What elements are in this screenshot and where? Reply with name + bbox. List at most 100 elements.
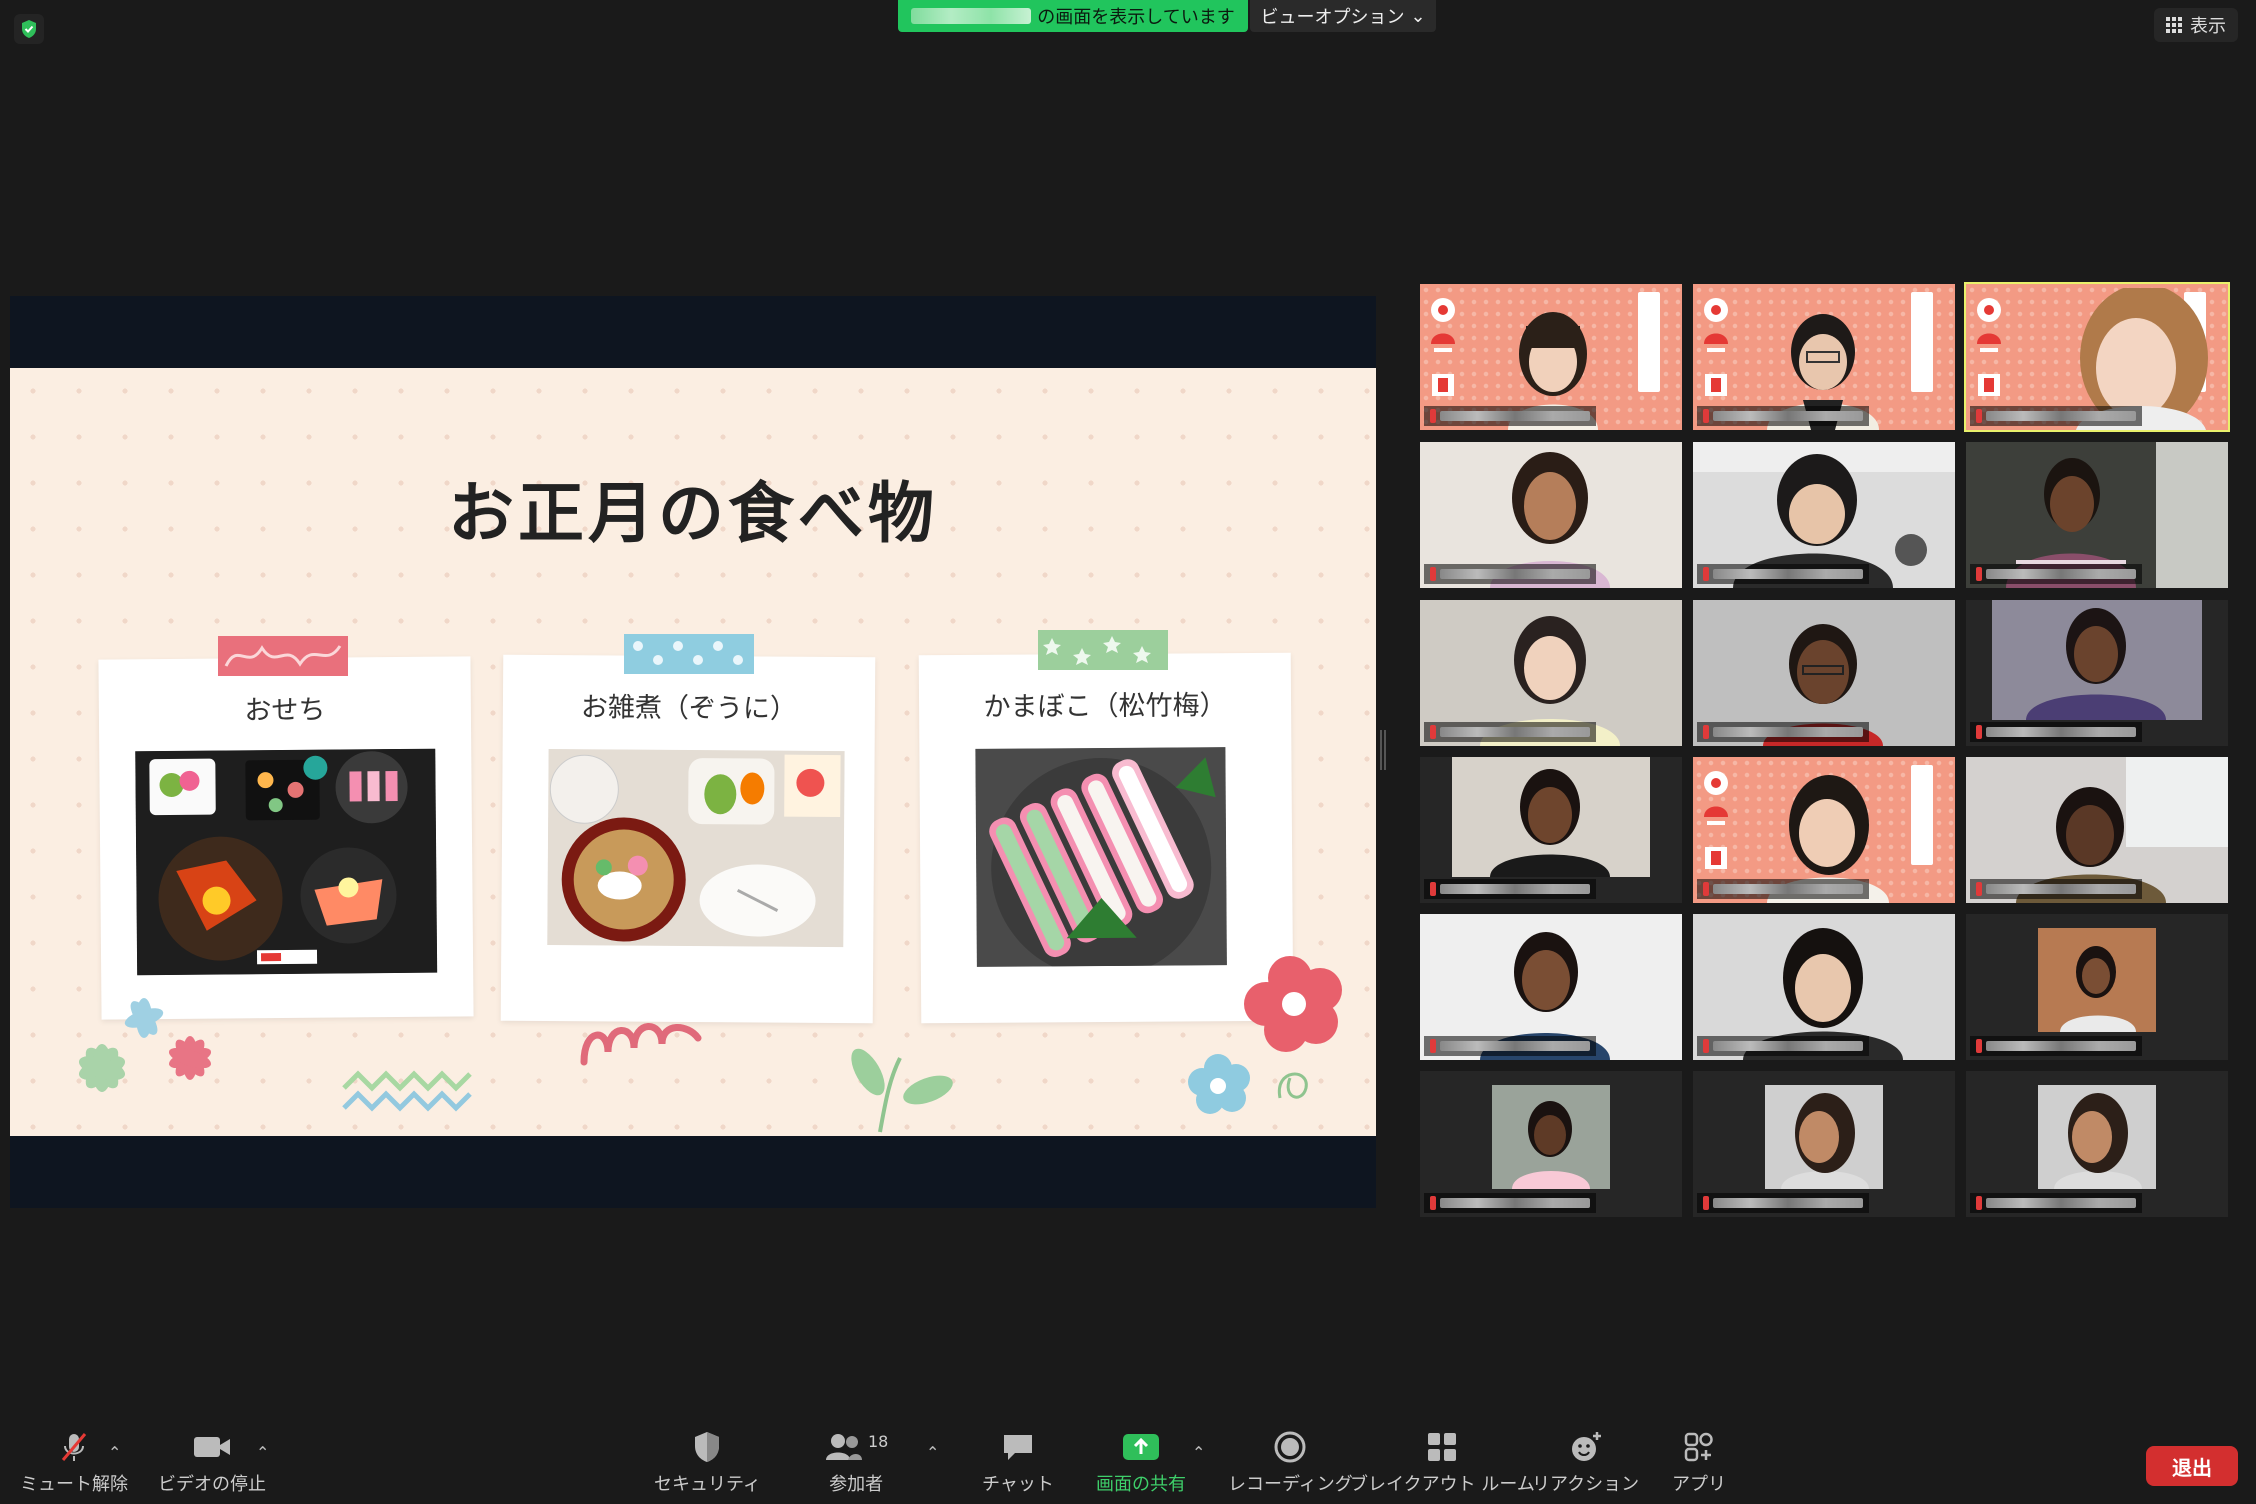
zouni-photo bbox=[547, 749, 845, 948]
apps-button[interactable]: アプリ bbox=[1672, 1428, 1726, 1496]
screen-share-banner: の画面を表示しています bbox=[898, 0, 1248, 32]
security-label: セキュリティ bbox=[654, 1474, 761, 1495]
participant-name-bar bbox=[1697, 564, 1869, 584]
breakout-rooms-label: ブレイクアウト ルーム bbox=[1350, 1474, 1535, 1495]
participants-chevron-up-icon[interactable]: ⌃ bbox=[926, 1443, 939, 1462]
washi-tape-red bbox=[218, 636, 348, 676]
muted-mic-icon bbox=[1430, 725, 1436, 739]
participant-tile[interactable] bbox=[1966, 442, 2228, 588]
participant-name-bar bbox=[1970, 722, 2142, 742]
participant-tile[interactable] bbox=[1693, 442, 1955, 588]
chevron-down-icon: ⌄ bbox=[1410, 5, 1426, 27]
participants-button[interactable]: 18 参加者 bbox=[824, 1428, 888, 1496]
chat-button[interactable]: チャット bbox=[982, 1428, 1054, 1496]
muted-microphone-icon bbox=[61, 1433, 87, 1461]
view-options-button[interactable]: ビューオプション ⌄ bbox=[1250, 0, 1436, 32]
muted-mic-icon bbox=[1430, 882, 1436, 896]
participant-name-bar bbox=[1697, 406, 1869, 426]
participant-name-bar bbox=[1970, 406, 2142, 426]
participant-name-bar bbox=[1424, 1193, 1596, 1213]
participant-name-bar bbox=[1970, 564, 2142, 584]
meeting-toolbar: ミュート解除 ⌃ ビデオの停止 ⌃ セキュリティ 18 参加者 ⌃ チャット 画… bbox=[0, 1422, 2256, 1504]
share-options-chevron-up-icon[interactable]: ⌃ bbox=[1192, 1443, 1205, 1462]
shared-screen: お正月の食べ物 おせち お雑煮（ぞうに） かまぼこ（松竹梅） bbox=[10, 296, 1376, 1208]
participant-name-bar bbox=[1424, 1036, 1596, 1056]
unmute-label: ミュート解除 bbox=[20, 1474, 128, 1495]
unmute-button[interactable]: ミュート解除 bbox=[20, 1428, 128, 1496]
share-screen-button[interactable]: 画面の共有 bbox=[1096, 1428, 1186, 1496]
muted-mic-icon bbox=[1703, 725, 1709, 739]
slide-card-zouni: お雑煮（ぞうに） bbox=[500, 654, 876, 1024]
share-banner-text: の画面を表示しています bbox=[1037, 7, 1235, 28]
squiggle-decoration bbox=[580, 1023, 702, 1066]
muted-mic-icon bbox=[1976, 1039, 1982, 1053]
reaction-smiley-icon bbox=[1571, 1432, 1601, 1461]
leave-meeting-button[interactable]: 退出 bbox=[2146, 1446, 2238, 1486]
breakout-rooms-icon bbox=[1428, 1433, 1457, 1461]
card-label: かまぼこ（松竹梅） bbox=[983, 690, 1227, 723]
reactions-label: リアクション bbox=[1532, 1474, 1640, 1495]
participant-tile[interactable] bbox=[1966, 1071, 2228, 1217]
view-layout-button[interactable]: 表示 bbox=[2154, 8, 2238, 42]
security-shield-icon[interactable] bbox=[14, 14, 44, 44]
participant-name-bar bbox=[1970, 1036, 2142, 1056]
muted-mic-icon bbox=[1976, 567, 1982, 581]
participant-tile[interactable] bbox=[1966, 600, 2228, 746]
participant-tile[interactable] bbox=[1420, 442, 1682, 588]
participant-tile[interactable] bbox=[1693, 757, 1955, 903]
participant-name-bar bbox=[1697, 722, 1869, 742]
chat-bubble-icon bbox=[1003, 1435, 1032, 1460]
participants-icon bbox=[826, 1434, 862, 1460]
muted-mic-icon bbox=[1703, 1196, 1709, 1210]
participant-tile[interactable] bbox=[1966, 757, 2228, 903]
muted-mic-icon bbox=[1430, 1039, 1436, 1053]
stop-video-button[interactable]: ビデオの停止 bbox=[158, 1428, 266, 1496]
muted-mic-icon bbox=[1703, 567, 1709, 581]
audio-options-chevron-up-icon[interactable]: ⌃ bbox=[108, 1443, 121, 1462]
apps-label: アプリ bbox=[1672, 1474, 1726, 1495]
reactions-button[interactable]: リアクション bbox=[1532, 1428, 1639, 1496]
muted-mic-icon bbox=[1430, 1196, 1436, 1210]
muted-mic-icon bbox=[1976, 409, 1982, 423]
view-layout-label: 表示 bbox=[2190, 16, 2226, 37]
leaf-decoration bbox=[851, 1048, 953, 1133]
card-label: おせち bbox=[244, 694, 326, 727]
participant-tile[interactable] bbox=[1420, 1071, 1682, 1217]
slide-title: お正月の食べ物 bbox=[448, 474, 938, 552]
panel-resize-handle[interactable] bbox=[1380, 730, 1386, 770]
participants-count: 18 bbox=[868, 1432, 889, 1451]
breakout-rooms-button[interactable]: ブレイクアウト ルーム bbox=[1350, 1428, 1535, 1496]
security-button[interactable]: セキュリティ bbox=[654, 1428, 761, 1496]
muted-mic-icon bbox=[1703, 882, 1709, 896]
participant-tile[interactable] bbox=[1693, 600, 1955, 746]
shield-icon bbox=[695, 1432, 720, 1462]
participant-tile-active-speaker[interactable] bbox=[1964, 282, 2230, 432]
video-options-chevron-up-icon[interactable]: ⌃ bbox=[256, 1443, 269, 1462]
muted-mic-icon bbox=[1976, 725, 1982, 739]
participant-tile[interactable] bbox=[1693, 1071, 1955, 1217]
chat-label: チャット bbox=[982, 1474, 1054, 1495]
participant-tile[interactable] bbox=[1420, 757, 1682, 903]
participant-name-bar bbox=[1697, 1193, 1869, 1213]
participant-name-bar bbox=[1697, 1036, 1869, 1056]
osechi-photo bbox=[135, 748, 438, 976]
participant-tile[interactable] bbox=[1420, 284, 1682, 430]
muted-mic-icon bbox=[1430, 567, 1436, 581]
participant-tile[interactable] bbox=[1693, 284, 1955, 430]
participant-tile[interactable] bbox=[1420, 914, 1682, 1060]
share-screen-icon bbox=[1123, 1434, 1159, 1460]
slide-card-osechi: おせち bbox=[98, 656, 474, 1020]
participant-name-bar bbox=[1697, 879, 1869, 899]
grid-icon bbox=[2166, 17, 2182, 33]
participant-name-bar bbox=[1424, 722, 1596, 742]
video-camera-icon bbox=[194, 1437, 230, 1457]
participant-tile[interactable] bbox=[1966, 914, 2228, 1060]
muted-mic-icon bbox=[1703, 1039, 1709, 1053]
record-label: レコーディング bbox=[1228, 1474, 1353, 1495]
apps-icon bbox=[1684, 1432, 1713, 1462]
participant-tile[interactable] bbox=[1693, 914, 1955, 1060]
participant-name-bar bbox=[1424, 406, 1596, 426]
participant-name-bar bbox=[1424, 879, 1596, 899]
record-button[interactable]: レコーディング bbox=[1228, 1428, 1353, 1496]
participant-tile[interactable] bbox=[1420, 600, 1682, 746]
